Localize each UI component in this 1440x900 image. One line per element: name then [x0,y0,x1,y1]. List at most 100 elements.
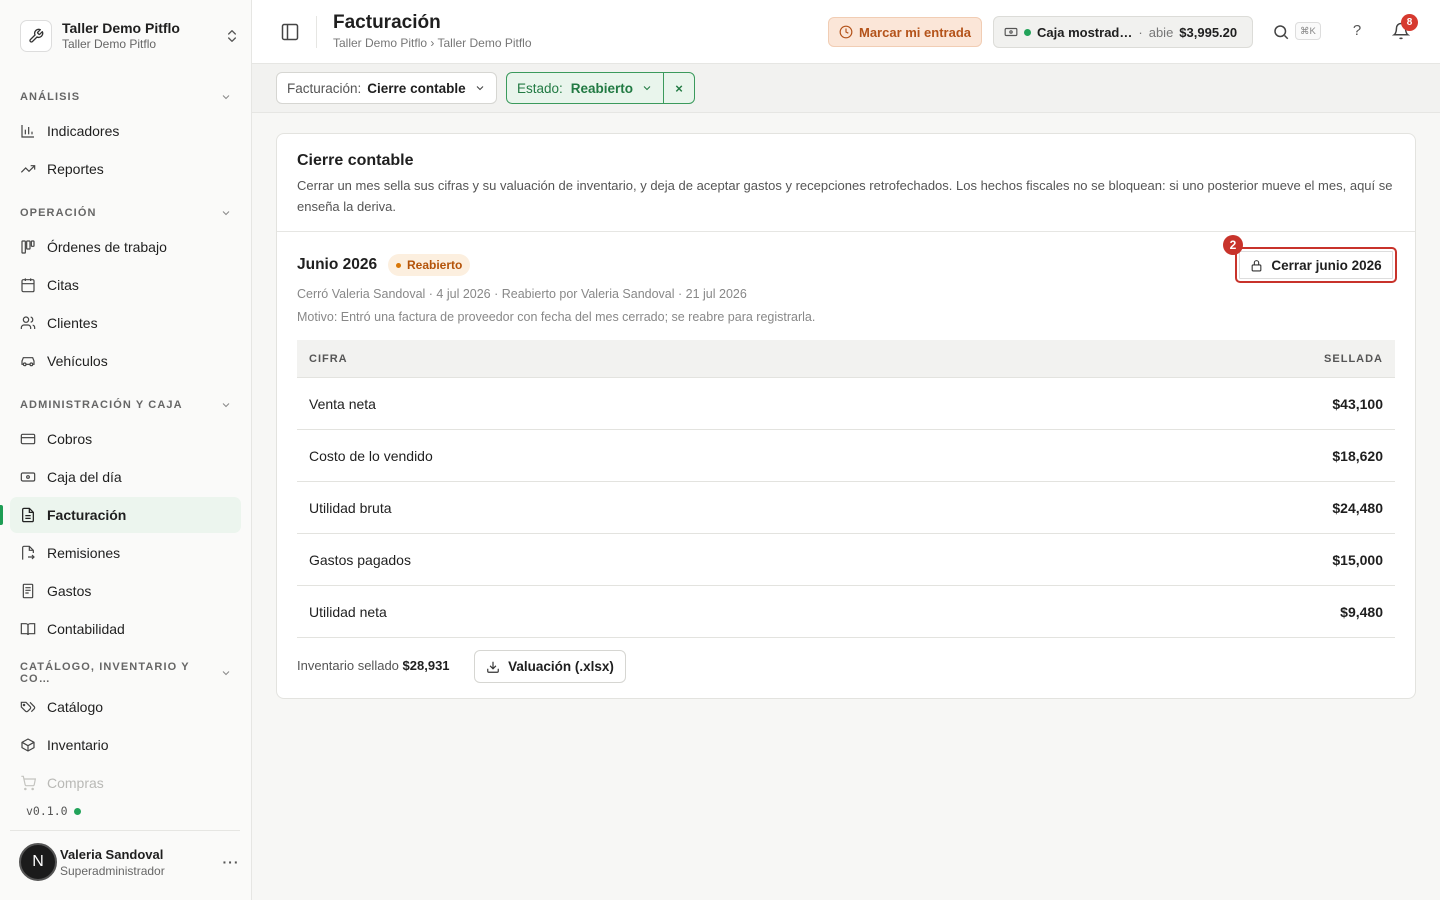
sidebar-item-label: Cobros [47,431,93,447]
card-title: Cierre contable [297,152,414,169]
table-row: Utilidad neta $9,480 [297,586,1395,638]
estado-filter-select[interactable]: Estado: Reabierto [507,73,663,103]
period-title: Junio 2026 [297,256,378,273]
receipt-icon [20,583,36,599]
sidebar-item-contabilidad[interactable]: Contabilidad [10,611,241,647]
column-header-sellada: SELLADA [1324,352,1383,365]
column-header-cifra: CIFRA [309,352,348,365]
trending-up-icon [20,161,36,177]
status-badge-label: Reabierto [407,258,463,272]
table-row: Costo de lo vendido $18,620 [297,430,1395,482]
sidebar-item-vehiculos[interactable]: Vehículos [10,343,241,379]
kanban-icon [20,239,36,255]
sidebar-item-label: Caja del día [47,469,122,485]
table-row: Gastos pagados $15,000 [297,534,1395,586]
clear-filter-button[interactable]: × [663,73,694,103]
sidebar-item-compras[interactable]: Compras [10,765,241,801]
sidebar-item-label: Reportes [47,161,104,177]
topbar: Facturación Taller Demo Pitflo › Taller … [252,0,1440,64]
sidebar-item-indicadores[interactable]: Indicadores [10,113,241,149]
clock-in-label: Marcar mi entrada [859,24,971,40]
cash-register-amount: $3,995.20 [1179,24,1238,40]
org-subtitle: Taller Demo Pitflo [62,37,157,51]
sidebar-item-gastos[interactable]: Gastos [10,573,241,609]
section-title: CATÁLOGO, INVENTARIO Y CO… [20,661,190,685]
clock-in-button[interactable]: Marcar mi entrada [828,17,982,47]
sidebar-item-remisiones[interactable]: Remisiones [10,535,241,571]
filter-value: Cierre contable [367,80,466,96]
step-number-badge: 2 [1223,235,1243,255]
close-month-button[interactable]: Cerrar junio 2026 [1235,247,1397,283]
search-shortcut: ⌘K [1295,22,1321,40]
sidebar-item-inventario[interactable]: Inventario [10,727,241,763]
app-version: v0.1.0 [26,804,81,818]
sidebar-item-label: Inventario [47,737,109,753]
sidebar-item-ordenes[interactable]: Órdenes de trabajo [10,229,241,265]
chevron-down-icon [220,667,232,679]
row-label: Costo de lo vendido [309,447,433,464]
row-label: Gastos pagados [309,551,411,568]
section-title: ANÁLISIS [20,91,81,103]
sidebar-item-reportes[interactable]: Reportes [10,151,241,187]
users-icon [20,315,36,331]
sidebar-item-citas[interactable]: Citas [10,267,241,303]
section-administracion[interactable]: ADMINISTRACIÓN Y CAJA [20,397,232,413]
notification-count-badge: 8 [1401,14,1418,31]
sidebar-item-clientes[interactable]: Clientes [10,305,241,341]
filter-bar: Facturación: Cierre contable Estado: Rea… [252,64,1440,113]
clock-icon [839,25,853,39]
bar-chart-icon [20,123,36,139]
more-icon[interactable]: ··· [221,854,241,870]
section-operacion[interactable]: OPERACIÓN [20,205,232,221]
sidebar-item-caja-del-dia[interactable]: Caja del día [10,459,241,495]
org-switcher[interactable]: Taller Demo Pitflo Taller Demo Pitflo [20,18,240,54]
section-analisis[interactable]: ANÁLISIS [20,89,232,105]
car-icon [20,353,36,369]
reopen-reason: Motivo: Entró una factura de proveedor c… [297,310,816,324]
credit-card-icon [20,431,36,447]
breadcrumb: Taller Demo Pitflo › Taller Demo Pitflo [333,36,532,50]
search-icon[interactable] [1272,23,1290,41]
tags-icon [20,699,36,715]
avatar: N [19,843,57,881]
chevron-down-icon [474,82,486,94]
sidebar-item-cobros[interactable]: Cobros [10,421,241,457]
chevrons-up-down-icon [224,28,240,44]
row-value: $15,000 [1332,551,1383,568]
sidebar-item-label: Vehículos [47,353,108,369]
version-label: v0.1.0 [26,804,68,818]
filter-label: Estado: [517,80,563,96]
section-catalogo[interactable]: CATÁLOGO, INVENTARIO Y CO… [20,661,232,685]
package-icon [20,737,36,753]
card-description: Cerrar un mes sella sus cifras y su valu… [297,178,1393,214]
section-title: OPERACIÓN [20,207,97,219]
filter-value: Reabierto [570,80,634,96]
wrench-icon [20,20,52,52]
row-label: Venta neta [309,395,376,412]
cash-register-selector[interactable]: Caja mostrad… · abie $3,995.20 [993,16,1253,48]
sidebar-item-label: Remisiones [47,545,121,561]
chevron-down-icon [220,207,232,219]
status-dot [73,807,81,815]
sidebar-item-catalogo[interactable]: Catálogo [10,689,241,725]
sidebar-toggle-icon[interactable] [280,22,300,42]
sidebar: Taller Demo Pitflo Taller Demo Pitflo AN… [0,0,252,900]
facturacion-view-select[interactable]: Facturación: Cierre contable [276,72,497,104]
download-label: Valuación (.xlsx) [508,659,614,674]
chevron-down-icon [220,91,232,103]
divider [316,16,317,48]
chevron-down-icon [641,82,653,94]
row-value: $9,480 [1340,603,1383,620]
table-header: CIFRA SELLADA [297,340,1395,378]
inventory-summary: Inventario sellado $28,931 [297,658,450,673]
user-menu[interactable]: N Valeria Sandoval Superadministrador ··… [19,842,241,882]
filter-label: Facturación: [287,80,362,96]
status-badge: Reabierto [388,254,471,276]
cash-register-separator: · [1138,24,1143,40]
help-icon[interactable]: ? [1348,22,1366,42]
calendar-icon [20,277,36,293]
download-valuation-button[interactable]: Valuación (.xlsx) [474,650,626,683]
cash-register-name: Caja mostrad… [1037,24,1133,40]
book-open-icon [20,621,36,637]
sidebar-item-facturacion[interactable]: Facturación [10,497,241,533]
